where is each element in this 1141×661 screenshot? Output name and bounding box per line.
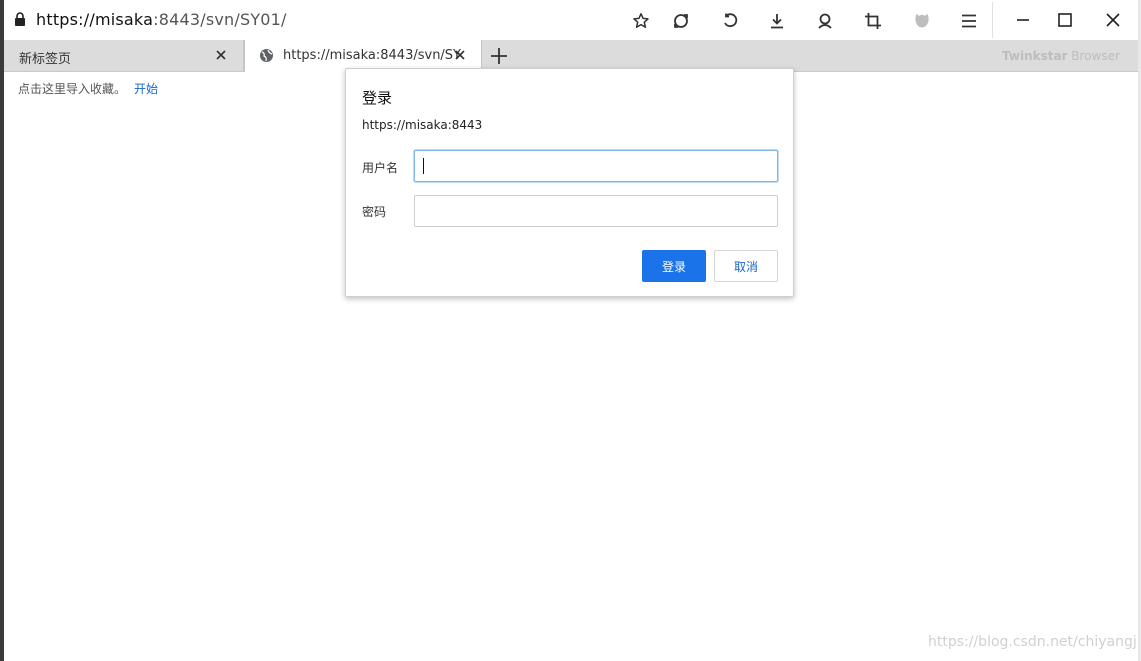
brand-name: Twinkstar [1002,49,1068,63]
toolbar-divider [992,2,993,38]
tab-close-icon[interactable] [214,48,228,62]
download-icon[interactable] [764,8,790,34]
address-bar: https://misaka:8443/svn/SY01/ [4,0,1138,41]
tab-new-page[interactable]: 新标签页 [4,40,244,71]
tab-title: 新标签页 [19,52,72,67]
username-label: 用户名 [362,161,399,175]
watermark-text: https://blog.csdn.net/chiyangj [928,634,1137,650]
theme-icon[interactable] [909,8,935,34]
password-input[interactable] [414,195,778,227]
crop-icon[interactable] [860,8,886,34]
lock-icon [15,12,25,26]
new-tab-plus-icon[interactable] [488,45,510,67]
browser-brand: Twinkstar Browser [1002,49,1120,63]
menu-icon[interactable] [956,8,982,34]
globe-icon [260,49,273,62]
login-button[interactable]: 登录 [642,250,706,282]
close-icon[interactable] [1095,6,1131,34]
url-host: https://misaka [36,10,154,29]
undo-icon[interactable] [717,8,743,34]
tab-close-icon[interactable] [453,48,467,62]
username-input[interactable] [414,150,778,182]
cancel-button[interactable]: 取消 [714,250,778,282]
url-field[interactable]: https://misaka:8443/svn/SY01/ [36,10,287,29]
login-dialog: 登录 https://misaka:8443 用户名 密码 登录 取消 [345,68,794,297]
dialog-origin: https://misaka:8443 [362,118,483,132]
text-cursor [423,158,424,174]
tab-title: https://misaka:8443/svn/SY01/ [283,48,461,63]
bookmark-import-hint: 点击这里导入收藏。 开始 [18,80,158,97]
bookmark-hint-text: 点击这里导入收藏。 [18,82,127,96]
window-frame-left [0,0,4,661]
bookmark-start-link[interactable]: 开始 [134,82,158,96]
url-path: :8443/svn/SY01/ [153,10,287,29]
password-label: 密码 [362,205,387,219]
refresh-icon[interactable] [668,8,694,34]
minimize-icon[interactable] [1005,6,1041,34]
maximize-icon[interactable] [1047,6,1083,34]
star-icon[interactable] [628,8,654,34]
brand-sub: Browser [1067,49,1120,63]
dialog-title: 登录 [362,89,393,107]
user-icon[interactable] [812,8,838,34]
